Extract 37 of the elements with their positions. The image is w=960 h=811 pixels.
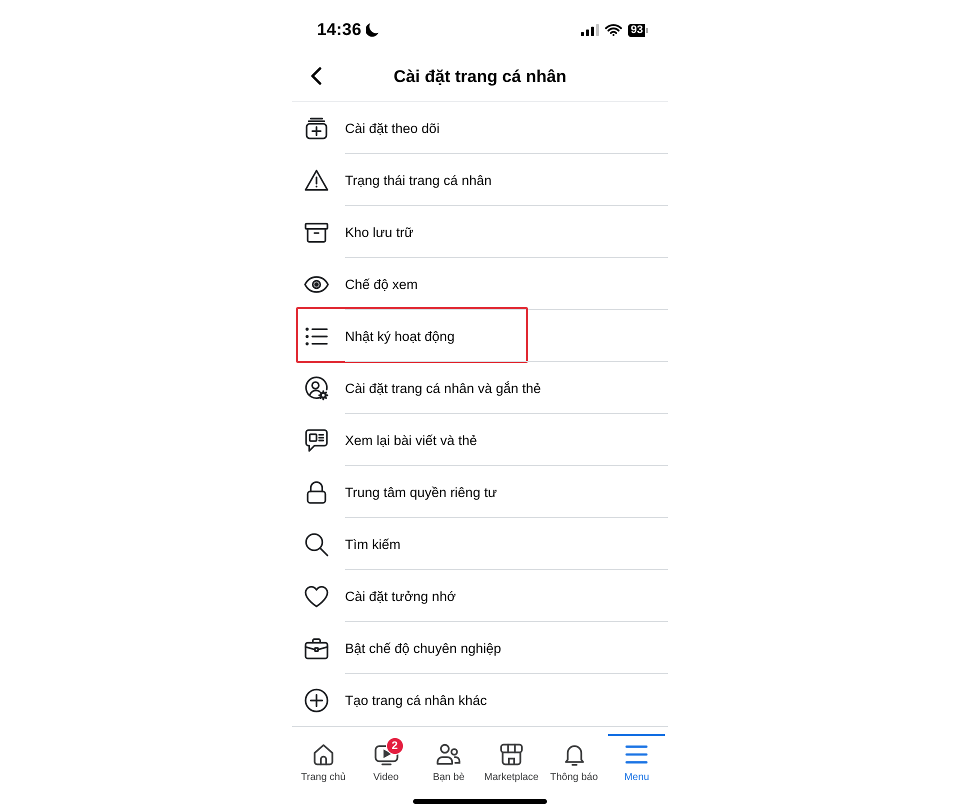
- tab[interactable]: Menu: [605, 727, 668, 791]
- speech-bubble-card-icon: [304, 428, 329, 452]
- menu-item[interactable]: Xem lại bài viết và thẻ: [292, 414, 668, 466]
- plus-circle-icon: [304, 688, 329, 712]
- tab[interactable]: Video 2: [354, 727, 418, 791]
- store-icon: [498, 742, 524, 767]
- menu-item[interactable]: Tìm kiếm: [292, 518, 668, 570]
- menu-item[interactable]: Nhật ký hoạt động: [292, 310, 668, 362]
- padlock-icon: [304, 480, 329, 504]
- briefcase-icon: [304, 636, 329, 660]
- stacked-box-plus-icon: [304, 116, 329, 140]
- signal-icon: [580, 24, 599, 36]
- back-icon[interactable]: [310, 67, 322, 85]
- menu-item[interactable]: Cài đặt trang cá nhân và gắn thẻ: [292, 362, 668, 414]
- menu-item[interactable]: Cài đặt tưởng nhớ: [292, 570, 668, 622]
- status-time: 14:36: [317, 19, 362, 41]
- menu-item[interactable]: Trạng thái trang cá nhân: [292, 154, 668, 206]
- tab[interactable]: Bạn bè: [417, 727, 480, 791]
- wifi-icon: [604, 24, 622, 36]
- page-title: Cài đặt trang cá nhân: [394, 66, 566, 86]
- moon-icon: [366, 23, 380, 37]
- search-icon: [304, 532, 329, 556]
- people-icon: [436, 742, 462, 767]
- heart-icon: [304, 584, 329, 608]
- battery-level: 93: [628, 24, 648, 36]
- tab[interactable]: Marketplace: [480, 727, 543, 791]
- tab[interactable]: Trang chủ: [292, 727, 355, 791]
- menu-item[interactable]: Cài đặt theo dõi: [292, 102, 668, 154]
- menu-item[interactable]: Tạo trang cá nhân khác: [292, 674, 668, 726]
- person-gear-icon: [304, 376, 329, 400]
- menu-item[interactable]: Trung tâm quyền riêng tư: [292, 466, 668, 518]
- notification-badge: 2: [386, 737, 404, 755]
- menu-item[interactable]: Chế độ xem: [292, 258, 668, 310]
- tab[interactable]: Thông báo: [542, 727, 606, 791]
- warning-icon: [304, 168, 329, 192]
- menu-item[interactable]: Bật chế độ chuyên nghiệp: [292, 622, 668, 674]
- menu-item[interactable]: Kho lưu trữ: [292, 206, 668, 258]
